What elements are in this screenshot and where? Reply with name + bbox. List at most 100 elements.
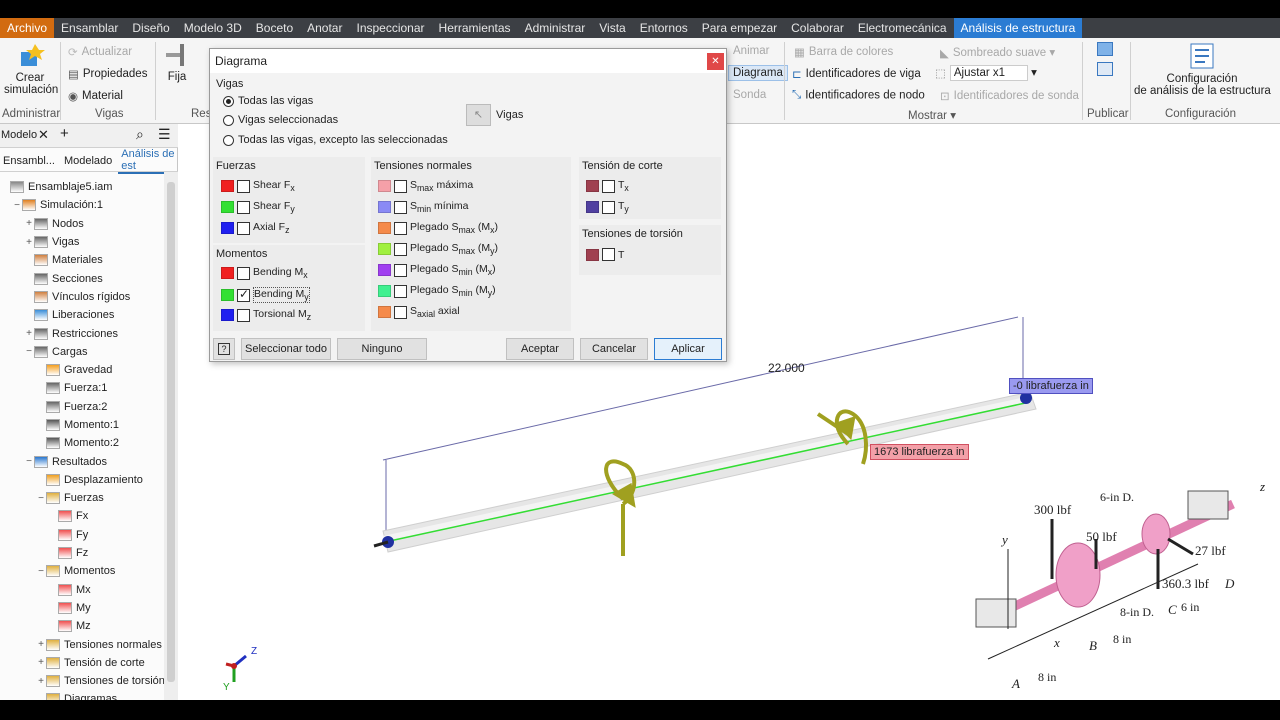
ribbon-tab-12[interactable]: Colaborar [784, 18, 851, 38]
ribbon-tab-8[interactable]: Administrar [518, 18, 593, 38]
bending-my-row[interactable]: Bending My [221, 287, 310, 304]
expand-icon[interactable]: + [24, 328, 34, 339]
barra-colores-button[interactable]: ▦ Barra de colores [794, 45, 893, 59]
ribbon-tab-11[interactable]: Para empezar [695, 18, 784, 38]
identificadores-sonda-button[interactable]: ⊡ Identificadores de sonda [940, 89, 1079, 103]
cancelar-button[interactable]: Cancelar [580, 338, 648, 360]
menu-icon[interactable]: ☰ [158, 126, 171, 143]
checkbox[interactable] [602, 200, 615, 214]
checkbox[interactable] [237, 221, 250, 235]
browser-scrollbar[interactable] [164, 172, 178, 700]
checkbox[interactable] [237, 200, 250, 214]
color-swatch[interactable] [378, 306, 391, 319]
crear-simulacion-button[interactable]: Crear simulación [4, 42, 58, 106]
tree-item[interactable]: Mz [0, 617, 178, 635]
animar-button[interactable]: Animar [733, 45, 769, 57]
radio-button[interactable] [223, 114, 234, 126]
tree-item[interactable]: − Resultados [0, 452, 178, 470]
plegado-smin-my-row[interactable]: Plegado Smin (My) [378, 284, 496, 298]
ninguno-button[interactable]: Ninguno [337, 338, 427, 360]
tab-ensamblaje[interactable]: Ensambl... [0, 155, 61, 167]
tree-item[interactable]: Fuerza:2 [0, 398, 178, 416]
color-swatch[interactable] [586, 248, 599, 261]
expand-icon[interactable]: + [24, 218, 34, 229]
ribbon-tab-14[interactable]: Análisis de estructura [953, 18, 1083, 38]
color-swatch[interactable] [378, 285, 391, 298]
checkbox[interactable] [394, 284, 407, 298]
collapse-icon[interactable]: − [36, 493, 46, 504]
expand-icon[interactable]: + [36, 639, 46, 650]
smin-row[interactable]: Smin mínima [378, 200, 468, 214]
tree-item[interactable]: − Momentos [0, 562, 178, 580]
saxial-row[interactable]: Saxial axial [378, 305, 460, 319]
checkbox[interactable] [394, 305, 407, 319]
configuracion-button[interactable]: Configuración de análisis de la estructu… [1134, 42, 1271, 97]
vigas-select-button[interactable]: ↖ Vigas [466, 104, 523, 126]
collapse-icon[interactable]: − [36, 566, 46, 577]
radio-todas-vigas[interactable]: Todas las vigas [223, 95, 313, 107]
ribbon-tab-13[interactable]: Electromecánica [851, 18, 954, 38]
color-swatch[interactable] [378, 222, 391, 235]
checkbox[interactable] [237, 266, 250, 280]
actualizar-button[interactable]: ⟳ Actualizar [68, 45, 132, 59]
plegado-smax-my-row[interactable]: Plegado Smax (My) [378, 242, 498, 256]
tx-row[interactable]: Tx [586, 179, 629, 193]
tree-item[interactable]: + Restricciones [0, 324, 178, 342]
close-icon[interactable]: ✕ [707, 53, 724, 70]
ribbon-tab-0[interactable]: Archivo [0, 18, 55, 38]
color-swatch[interactable] [586, 180, 599, 193]
ribbon-tab-10[interactable]: Entornos [633, 18, 695, 38]
fija-button[interactable]: Fija [160, 42, 194, 92]
tab-analisis[interactable]: Análisis de est [118, 148, 178, 174]
tree-item[interactable]: Secciones [0, 269, 178, 287]
ribbon-tab-3[interactable]: Modelo 3D [177, 18, 249, 38]
tree-item[interactable]: + Tensión de corte [0, 654, 178, 672]
ribbon-tab-6[interactable]: Inspeccionar [349, 18, 431, 38]
tree-item[interactable]: + Tensiones normales [0, 635, 178, 653]
tree-item[interactable]: + Tensiones de torsión [0, 672, 178, 690]
radio-button[interactable] [223, 134, 234, 146]
checkbox[interactable] [602, 248, 615, 261]
color-swatch[interactable] [221, 222, 234, 235]
plegado-smin-mx-row[interactable]: Plegado Smin (Mx) [378, 263, 496, 277]
expand-icon[interactable]: + [24, 237, 34, 248]
ribbon-tab-2[interactable]: Diseño [125, 18, 176, 38]
help-button[interactable]: ? [213, 338, 235, 360]
tree-item[interactable]: Desplazamiento [0, 471, 178, 489]
color-swatch[interactable] [586, 201, 599, 214]
tree-item[interactable]: − Simulación:1 [0, 196, 178, 214]
diagrama-button[interactable]: Diagrama [728, 65, 788, 81]
sombreado-suave-dropdown[interactable]: ◣ Sombreado suave ▾ [940, 45, 1055, 60]
tree-item[interactable]: + Vigas [0, 233, 178, 251]
color-swatch[interactable] [221, 201, 234, 214]
smax-row[interactable]: Smax máxima [378, 179, 473, 193]
seleccionar-todo-button[interactable]: Seleccionar todo [241, 338, 331, 360]
tree-item[interactable]: Momento:1 [0, 416, 178, 434]
propiedades-button[interactable]: ▤ Propiedades [68, 67, 147, 81]
dimension-value[interactable]: 22.000 [768, 361, 805, 375]
shear-fy-row[interactable]: Shear Fy [221, 200, 295, 214]
color-swatch[interactable] [378, 180, 391, 193]
shear-fx-row[interactable]: Shear Fx [221, 179, 295, 193]
collapse-icon[interactable]: − [24, 346, 34, 357]
torsional-mz-row[interactable]: Torsional Mz [221, 308, 311, 322]
search-icon[interactable]: ⌕ [136, 126, 144, 143]
identificadores-viga-button[interactable]: ⊏ Identificadores de viga [792, 67, 921, 81]
radio-vigas-seleccionadas[interactable]: Vigas seleccionadas [223, 114, 338, 126]
sonda-button[interactable]: Sonda [733, 89, 766, 101]
ty-row[interactable]: Ty [586, 200, 629, 214]
expand-icon[interactable]: + [36, 657, 46, 668]
color-swatch[interactable] [221, 180, 234, 193]
checkbox[interactable] [237, 308, 250, 322]
tree-item[interactable]: Gravedad [0, 361, 178, 379]
checkbox[interactable] [394, 263, 407, 277]
tree-item[interactable]: Mx [0, 581, 178, 599]
axial-fz-row[interactable]: Axial Fz [221, 221, 289, 235]
checkbox[interactable] [602, 179, 615, 193]
collapse-icon[interactable]: − [24, 456, 34, 467]
checkbox[interactable] [237, 179, 250, 193]
identificadores-nodo-button[interactable]: ⤡ Identificadores de nodo [792, 89, 925, 102]
tree-item[interactable]: − Fuerzas [0, 489, 178, 507]
bending-mx-row[interactable]: Bending Mx [221, 266, 308, 280]
color-swatch[interactable] [221, 267, 234, 280]
